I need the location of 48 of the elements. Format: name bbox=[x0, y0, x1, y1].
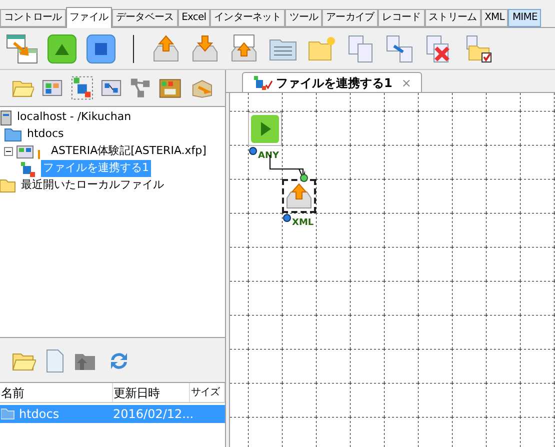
folder-icon bbox=[1, 408, 15, 420]
stop-button-icon[interactable] bbox=[86, 34, 116, 64]
hierarchy-icon[interactable] bbox=[130, 77, 150, 99]
port-label: XML bbox=[292, 218, 314, 228]
table-drive-icon[interactable] bbox=[229, 34, 259, 64]
drive-download-icon[interactable] bbox=[190, 34, 220, 64]
new-file-icon[interactable] bbox=[46, 349, 64, 373]
flow-node[interactable] bbox=[248, 112, 282, 146]
menu-tab[interactable]: ツール bbox=[285, 9, 322, 27]
tree-item[interactable]: ASTERIA体験記[ASTERIA.xfp] bbox=[49, 143, 208, 160]
modified-date: 2016/02/12... bbox=[113, 406, 194, 423]
menu-tab[interactable]: ファイル bbox=[66, 7, 112, 28]
flow-check-icon bbox=[253, 74, 273, 90]
server-icon bbox=[0, 110, 12, 126]
copy-files-icon[interactable] bbox=[385, 34, 415, 64]
menu-tab[interactable]: XML bbox=[480, 9, 508, 27]
tree-item[interactable]: localhost - /Kikuchan bbox=[15, 109, 134, 126]
panels-icon[interactable] bbox=[42, 78, 63, 98]
menu-tab[interactable]: コントロール bbox=[0, 9, 66, 27]
diagram-icon[interactable] bbox=[101, 78, 122, 98]
tree-item[interactable]: 最近開いたローカルファイル bbox=[19, 177, 166, 194]
menu-tab[interactable]: レコード bbox=[378, 9, 425, 27]
refresh-icon[interactable] bbox=[108, 350, 130, 372]
column-header[interactable]: サイズ bbox=[190, 383, 226, 402]
box-arrow-icon[interactable] bbox=[190, 77, 214, 99]
menu-tab[interactable]: データベース bbox=[112, 9, 178, 27]
folder-icon bbox=[4, 128, 22, 142]
drive-upload-icon[interactable] bbox=[151, 34, 181, 64]
column-header[interactable]: 名前 bbox=[0, 383, 112, 402]
flow-icon[interactable] bbox=[70, 75, 94, 101]
column-header[interactable]: 更新日時 bbox=[112, 383, 190, 402]
play-button-icon[interactable] bbox=[47, 34, 77, 64]
menu-tab[interactable]: Excel bbox=[178, 9, 210, 27]
tab-label: ファイルを連携する1 bbox=[276, 74, 392, 92]
editor-tab[interactable]: ファイルを連携する1 × bbox=[242, 72, 422, 92]
flow-icon bbox=[20, 160, 38, 176]
menu-tab[interactable]: インターネット bbox=[210, 9, 286, 27]
flow-node[interactable] bbox=[282, 179, 316, 213]
menu-tab[interactable]: MIME bbox=[508, 9, 542, 27]
collapse-toggle[interactable] bbox=[4, 147, 13, 156]
menu-tab[interactable]: ストリーム bbox=[424, 9, 481, 27]
close-tab-button[interactable]: × bbox=[401, 74, 412, 92]
menu-tab[interactable]: アーカイブ bbox=[322, 9, 378, 27]
toolbox-icon[interactable] bbox=[158, 76, 183, 100]
table-import-icon[interactable] bbox=[6, 32, 38, 64]
folder-icon bbox=[0, 178, 16, 192]
file-name: htdocs bbox=[19, 406, 60, 423]
tree-item[interactable]: htdocs bbox=[25, 126, 66, 143]
